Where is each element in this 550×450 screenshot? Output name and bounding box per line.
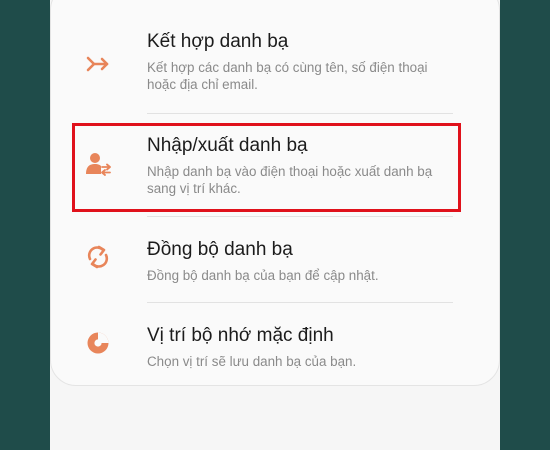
menu-item-title: Kết hợp danh bạ xyxy=(147,31,289,52)
menu-item-title: Vị trí bộ nhớ mặc định xyxy=(147,325,334,346)
menu-item-description: Kết hợp các danh bạ có cùng tên, số điện… xyxy=(147,60,428,92)
menu-item-sync-contacts[interactable]: Đồng bộ danh bạ Đồng bộ danh bạ của bạn … xyxy=(51,239,501,299)
menu-item-merge-contacts[interactable]: Kết hợp danh bạ Kết hợp các danh bạ có c… xyxy=(51,31,501,121)
divider xyxy=(147,216,453,217)
menu-item-description: Đồng bộ danh bạ của bạn để cập nhật. xyxy=(147,268,379,283)
menu-item-description: Chọn vị trí sẽ lưu danh bạ của bạn. xyxy=(147,354,357,369)
menu-item-title: Đồng bộ danh bạ xyxy=(147,239,293,260)
menu-item-description: Nhập danh bạ vào điện thoại hoặc xuất da… xyxy=(147,164,433,196)
menu-item-import-export-contacts[interactable]: Nhập/xuất danh bạ Nhập danh bạ vào điện … xyxy=(51,135,501,215)
divider xyxy=(147,302,453,303)
merge-arrow-icon xyxy=(85,51,111,77)
sync-icon xyxy=(85,244,111,270)
phone-screen: Kết hợp danh bạ Kết hợp các danh bạ có c… xyxy=(50,0,500,450)
settings-card: Kết hợp danh bạ Kết hợp các danh bạ có c… xyxy=(50,0,500,386)
menu-item-title: Nhập/xuất danh bạ xyxy=(147,135,308,156)
menu-item-default-storage[interactable]: Vị trí bộ nhớ mặc định Chọn vị trí sẽ lư… xyxy=(51,325,501,385)
divider xyxy=(147,113,453,114)
storage-pie-icon xyxy=(85,330,111,356)
contact-import-export-icon xyxy=(85,151,111,177)
